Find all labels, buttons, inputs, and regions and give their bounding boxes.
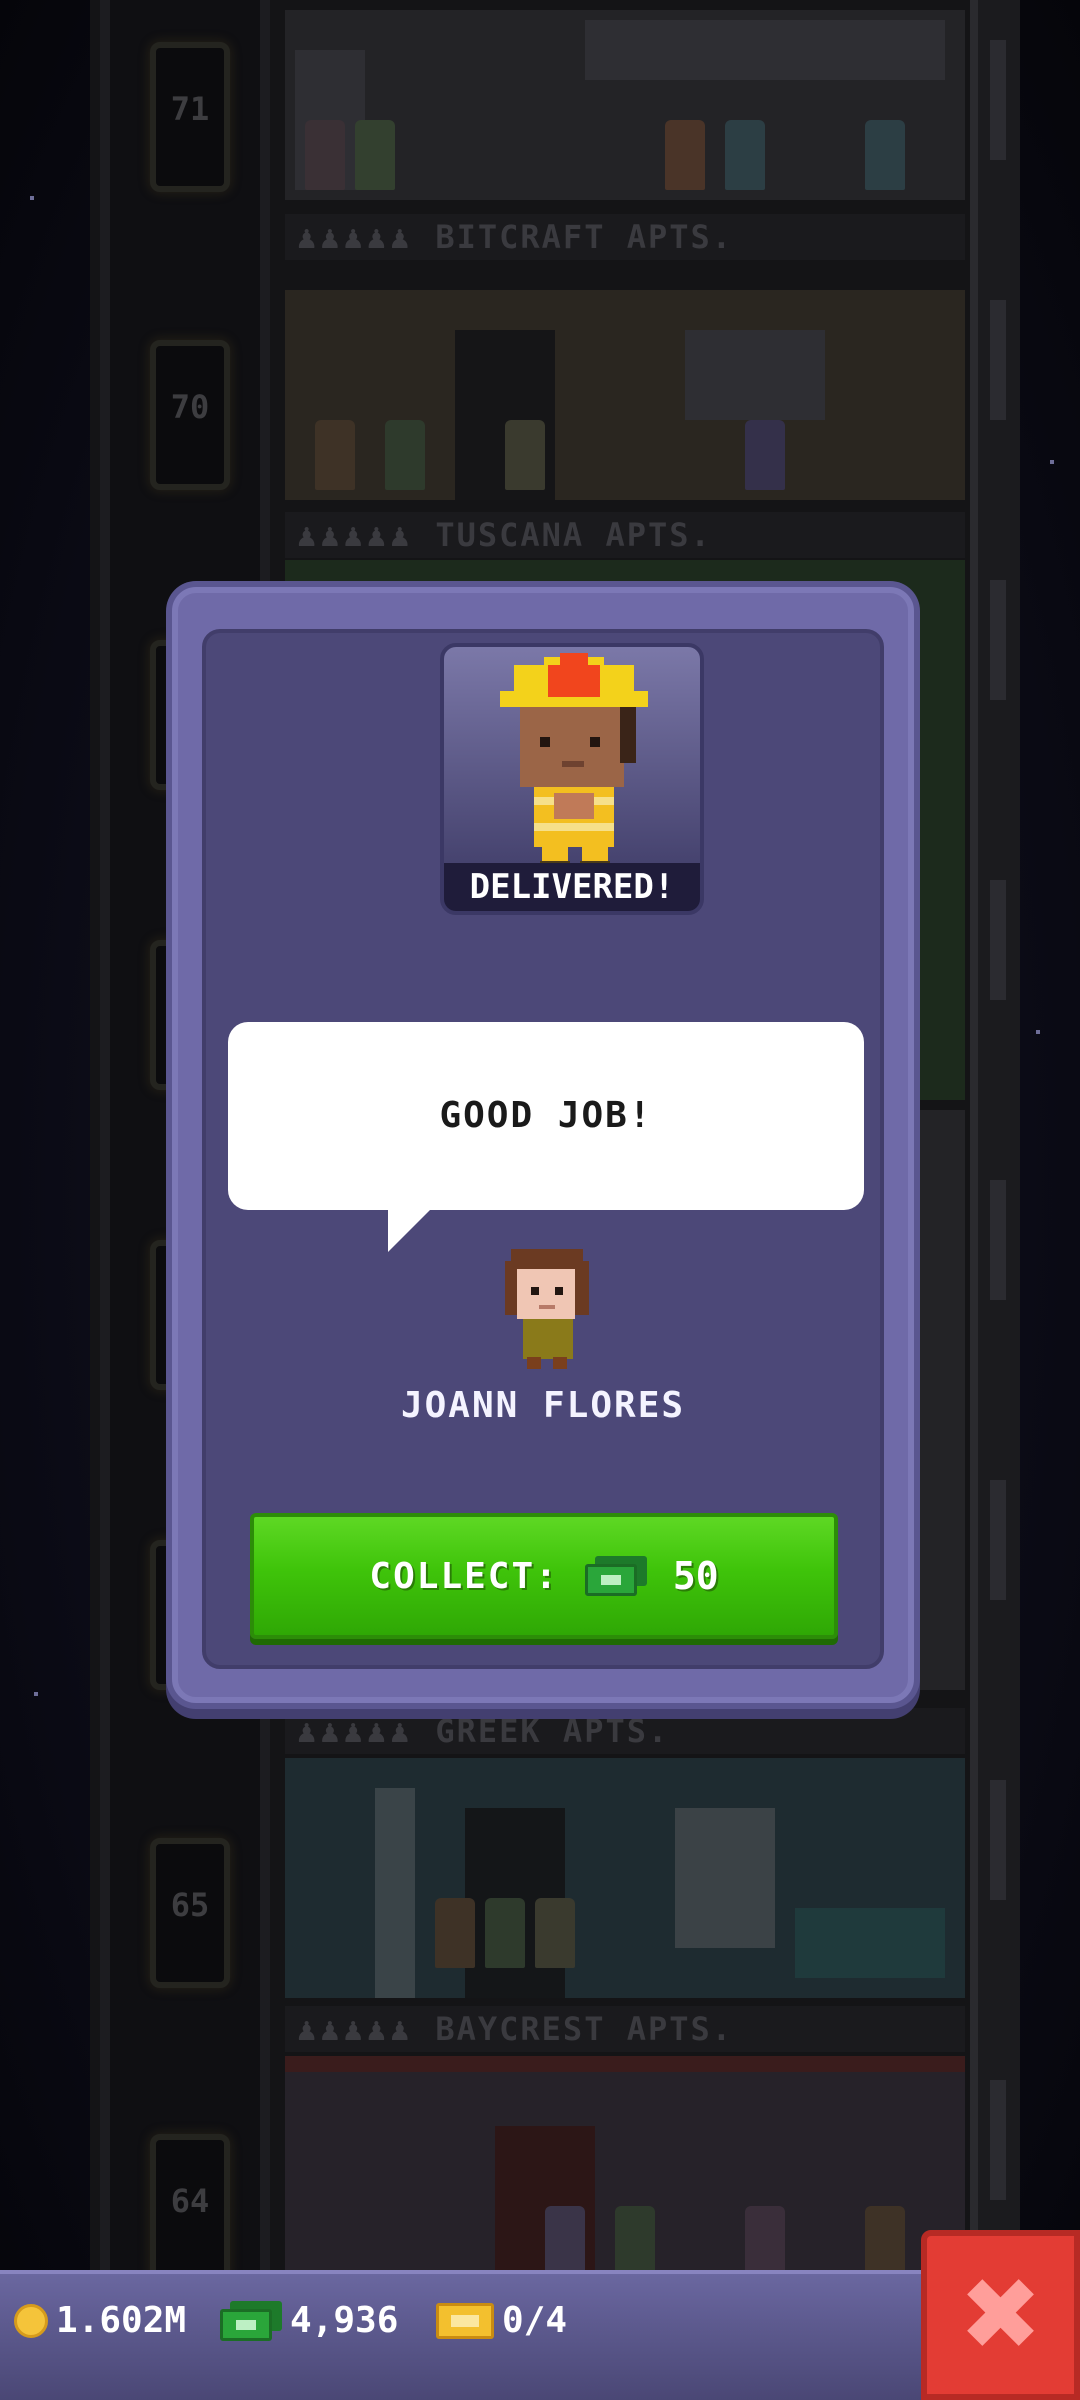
- delivery-modal: DELIVERED! GOOD JOB! JOANN FLORES COLLEC: [172, 587, 914, 1703]
- collect-amount: 50: [672, 1554, 719, 1598]
- bux-value: 4,936: [290, 2300, 399, 2341]
- tower-bux-icon: [584, 1556, 647, 1596]
- floor-label-65: ♟♟♟♟♟ BAYCREST APTS.: [285, 2006, 965, 2052]
- floor-room-70[interactable]: [285, 290, 965, 500]
- floor-label-66: ♟♟♟♟♟ GREEK APTS.: [285, 1708, 965, 1754]
- floor-room-71[interactable]: [285, 10, 965, 200]
- speech-bubble-tail: [388, 1208, 432, 1252]
- close-icon: ✖: [958, 2256, 1043, 2373]
- floor-number-71: 71: [150, 42, 230, 192]
- coin-icon: [14, 2303, 48, 2338]
- floor-number-70: 70: [150, 340, 230, 490]
- floor-room-64[interactable]: [285, 2056, 965, 2276]
- floor-number-65: 65: [150, 1838, 230, 1988]
- resource-bar: 1.602M 4,936 0/4: [0, 2270, 1080, 2400]
- collect-button[interactable]: COLLECT: 50: [250, 1513, 838, 1639]
- floor-number-64: 64: [150, 2134, 230, 2284]
- bux-stat[interactable]: 4,936: [220, 2300, 398, 2341]
- firefighter-icon: [500, 653, 648, 871]
- resident-name: JOANN FLORES: [400, 1385, 686, 1426]
- tickets-value: 0/4: [502, 2300, 568, 2341]
- speech-bubble: GOOD JOB!: [228, 1022, 864, 1252]
- speech-text: GOOD JOB!: [439, 1095, 653, 1136]
- floor-label-70: ♟♟♟♟♟ TUSCANA APTS.: [285, 512, 965, 558]
- delivery-modal-panel: DELIVERED! GOOD JOB! JOANN FLORES COLLEC: [202, 629, 884, 1669]
- coins-value: 1.602M: [56, 2300, 187, 2341]
- collect-label: COLLECT:: [369, 1555, 559, 1597]
- delivered-label: DELIVERED!: [444, 863, 700, 911]
- golden-ticket-icon: [436, 2302, 494, 2339]
- resident-avatar: [497, 1243, 597, 1373]
- tickets-stat[interactable]: 0/4: [436, 2300, 567, 2341]
- close-button[interactable]: ✖: [921, 2230, 1080, 2400]
- coins-stat[interactable]: 1.602M: [14, 2300, 186, 2341]
- tower-bux-icon: [220, 2300, 282, 2341]
- floor-room-65[interactable]: [285, 1758, 965, 1998]
- floor-label-71: ♟♟♟♟♟ BITCRAFT APTS.: [285, 214, 965, 260]
- delivered-item-portrait: DELIVERED!: [440, 643, 704, 915]
